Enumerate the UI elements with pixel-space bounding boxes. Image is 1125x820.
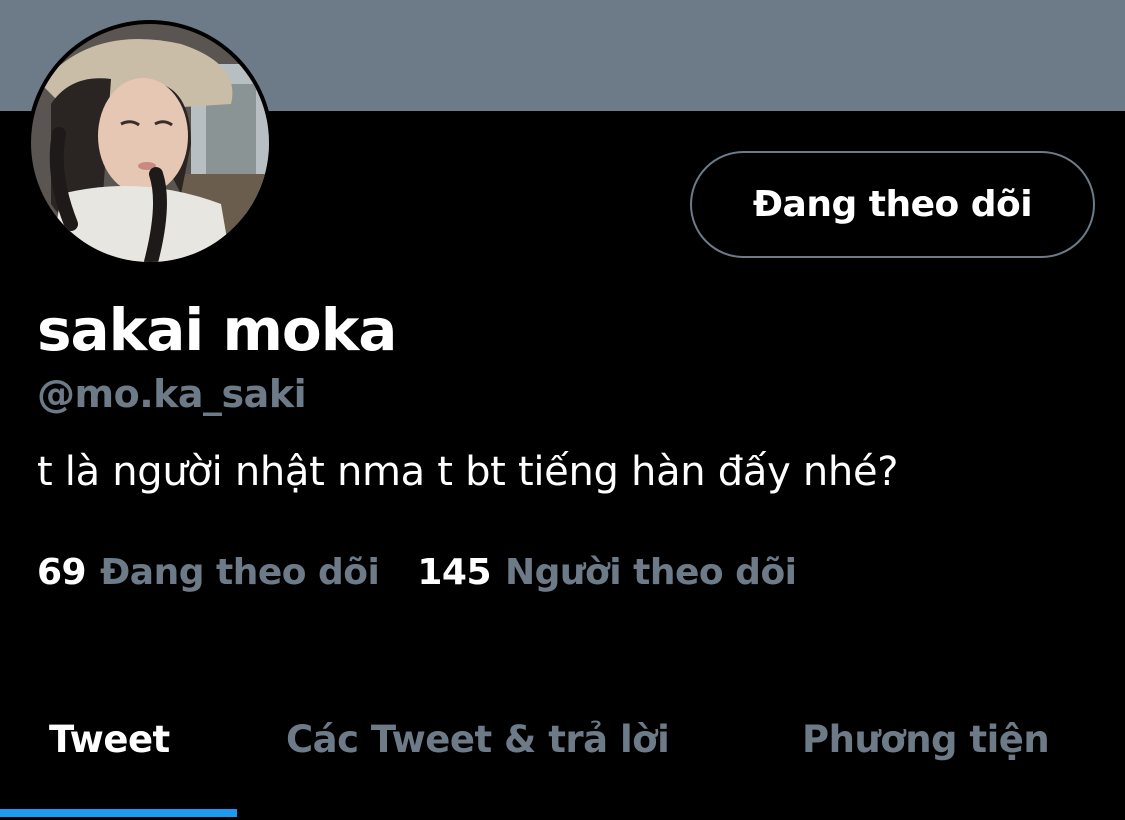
followers-label: Người theo dõi <box>505 552 797 593</box>
followers-count: 145 <box>417 552 492 593</box>
tab-media[interactable]: Phương tiện <box>802 718 1050 761</box>
avatar-photo <box>31 24 269 262</box>
following-count: 69 <box>37 552 87 593</box>
profile-stats: 69 Đang theo dõi 145 Người theo dõi <box>37 552 797 593</box>
following-stat[interactable]: 69 Đang theo dõi <box>37 552 380 593</box>
user-handle: @mo.ka_saki <box>37 372 307 416</box>
avatar[interactable] <box>27 20 273 266</box>
following-label: Đang theo dõi <box>100 552 380 593</box>
profile-bio: t là người nhật nma t bt tiếng hàn đấy n… <box>37 449 899 495</box>
following-button[interactable]: Đang theo dõi <box>690 151 1095 258</box>
followers-stat[interactable]: 145 Người theo dõi <box>417 552 797 593</box>
active-tab-indicator <box>0 809 237 817</box>
display-name: sakai moka <box>37 296 397 364</box>
tab-tweets-and-replies[interactable]: Các Tweet & trả lời <box>286 718 670 761</box>
profile-tabs: Tweet Các Tweet & trả lời Phương tiện <box>0 700 1125 820</box>
tab-tweets[interactable]: Tweet <box>49 718 170 761</box>
